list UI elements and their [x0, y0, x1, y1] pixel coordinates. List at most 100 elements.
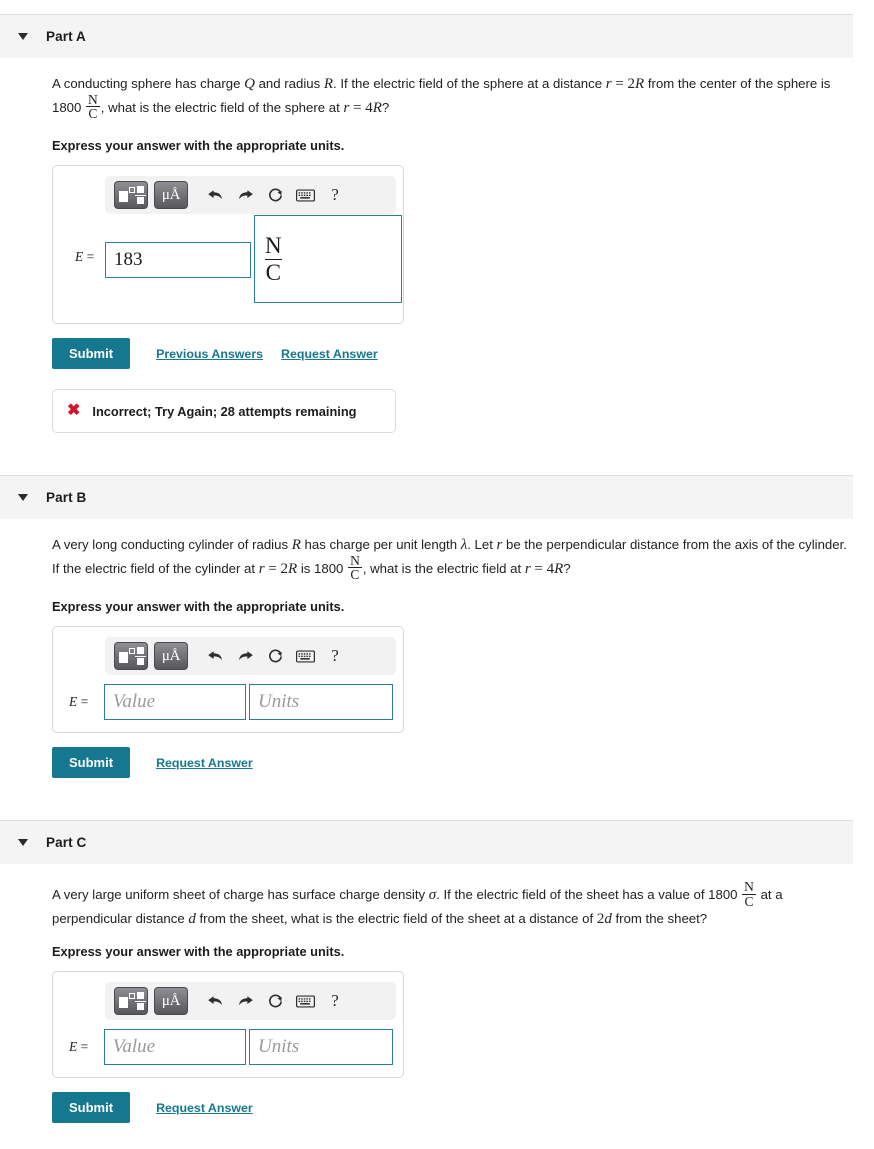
math-toolbar: μÅ? — [105, 982, 396, 1021]
answer-instruction: Express your answer with the appropriate… — [52, 138, 345, 154]
math-literal: = — [611, 76, 628, 92]
undo-icon[interactable] — [200, 182, 230, 208]
units-fraction: NC — [86, 91, 100, 122]
math-variable: d — [604, 910, 612, 927]
math-template-button[interactable] — [114, 642, 148, 671]
part-title: Part A — [46, 29, 86, 44]
answer-units-input[interactable]: Units — [248, 1029, 393, 1066]
part-c-header[interactable]: Part C — [0, 820, 853, 865]
caret-down-icon[interactable] — [18, 33, 28, 40]
question-statement: A conducting sphere has charge Q and rad… — [52, 75, 857, 122]
question-text: and radius — [254, 76, 324, 91]
part-c-body: A very large uniform sheet of charge has… — [0, 880, 874, 1124]
answer-instruction: Express your answer with the appropriate… — [52, 599, 345, 615]
help-icon[interactable]: ? — [320, 988, 350, 1014]
answer-input-row: E = 183 N C — [63, 215, 402, 311]
math-literal: = — [264, 560, 281, 577]
answer-value-input[interactable]: Value — [103, 684, 246, 721]
undo-icon[interactable] — [200, 988, 230, 1014]
keyboard-icon[interactable] — [290, 988, 320, 1014]
question-text: . If the electric field of the sphere at… — [333, 76, 606, 91]
part-b-body: A very long conducting cylinder of radiu… — [0, 536, 874, 779]
question-text: . If the electric field of the sheet has… — [436, 886, 742, 902]
keyboard-icon[interactable] — [290, 182, 320, 208]
question-text: . Let — [467, 537, 497, 553]
submit-button[interactable]: Submit — [52, 338, 131, 370]
redo-icon[interactable] — [230, 643, 260, 669]
keyboard-icon[interactable] — [290, 643, 320, 669]
answer-value-input[interactable]: Value — [103, 1029, 246, 1066]
units-button[interactable]: μÅ — [154, 181, 188, 210]
math-literal: 2 — [627, 76, 636, 92]
math-variable: R — [554, 560, 564, 577]
x-mark-icon: ✖ — [67, 402, 81, 420]
part-a: Part A A conducting sphere has charge Q a… — [0, 14, 874, 434]
link-previous-answers[interactable]: Previous Answers — [156, 347, 263, 361]
feedback-text: Incorrect; Try Again; 28 attempts remain… — [92, 403, 357, 419]
question-text: is 1800 — [297, 560, 348, 576]
part-b-header[interactable]: Part B — [0, 475, 853, 520]
units-numerator: N — [265, 232, 282, 258]
answer-value-input[interactable]: 183 — [105, 242, 251, 279]
part-a-header[interactable]: Part A — [0, 14, 853, 58]
link-request-answer[interactable]: Request Answer — [156, 1101, 253, 1115]
redo-icon[interactable] — [230, 182, 260, 208]
math-literal: = — [349, 99, 366, 116]
question-text: , what is the electric field of the sphe… — [100, 99, 344, 115]
math-variable: R — [288, 560, 298, 577]
submit-button[interactable]: Submit — [52, 1092, 131, 1124]
math-variable: Q — [244, 76, 255, 92]
action-row: Submit Previous Answers Request Answer — [52, 338, 874, 370]
question-text: has charge per unit length — [300, 537, 461, 553]
submit-button[interactable]: Submit — [52, 747, 131, 779]
units-button[interactable]: μÅ — [154, 642, 188, 671]
math-literal: 4 — [546, 560, 555, 577]
link-request-answer[interactable]: Request Answer — [281, 347, 378, 361]
question-text: A very large uniform sheet of charge has… — [52, 886, 429, 902]
part-c: Part C A very large uniform sheet of char… — [0, 820, 874, 1124]
math-variable: R — [635, 76, 645, 92]
undo-icon[interactable] — [200, 643, 230, 669]
answer-box: μÅ? E = Value Units — [52, 626, 404, 734]
answer-box: μÅ? E = Value Units — [52, 971, 404, 1079]
action-row: Submit Request Answer — [52, 1092, 874, 1124]
math-variable: R — [291, 537, 301, 554]
micro-angstrom-icon: μÅ — [161, 992, 181, 1009]
part-a-body: A conducting sphere has charge Q and rad… — [0, 75, 874, 434]
link-request-answer[interactable]: Request Answer — [156, 756, 253, 770]
help-icon[interactable]: ? — [320, 643, 350, 669]
help-icon[interactable]: ? — [320, 182, 350, 208]
math-variable: d — [188, 910, 196, 927]
math-variable: R — [372, 99, 382, 116]
assignment-page: Part A A conducting sphere has charge Q a… — [0, 0, 874, 1149]
question-text: from the sheet? — [611, 910, 708, 926]
answer-units-fraction: NC — [265, 233, 282, 286]
answer-units-input[interactable]: Units — [248, 684, 393, 721]
math-template-button[interactable] — [114, 181, 148, 210]
answer-value-text: 183 — [114, 249, 143, 271]
template-icon — [119, 992, 146, 1011]
answer-input-row: E = Value Units — [63, 1029, 393, 1066]
answer-box: μÅ? E = 183 N C — [52, 165, 404, 325]
template-icon — [119, 647, 146, 666]
answer-value-placeholder: Value — [112, 691, 156, 713]
units-button[interactable]: μÅ — [154, 987, 188, 1016]
reset-icon[interactable] — [260, 182, 290, 208]
answer-input-row: E = Value Units — [63, 684, 393, 721]
math-template-button[interactable] — [114, 987, 148, 1016]
redo-icon[interactable] — [230, 988, 260, 1014]
answer-variable-label: E = — [69, 1039, 89, 1055]
question-text: ? — [563, 560, 571, 576]
answer-instruction: Express your answer with the appropriate… — [52, 944, 345, 960]
caret-down-icon[interactable] — [18, 839, 28, 847]
question-statement: A very large uniform sheet of charge has… — [52, 880, 857, 928]
reset-icon[interactable] — [260, 643, 290, 669]
template-icon — [119, 186, 146, 205]
math-toolbar: μÅ? — [105, 637, 396, 676]
question-text: ? — [381, 99, 390, 115]
reset-icon[interactable] — [260, 988, 290, 1014]
caret-down-icon[interactable] — [18, 494, 28, 502]
part-b: Part B A very long conducting cylinder of… — [0, 475, 874, 779]
micro-angstrom-icon: μÅ — [161, 186, 181, 203]
answer-units-input[interactable]: NC — [254, 215, 402, 304]
